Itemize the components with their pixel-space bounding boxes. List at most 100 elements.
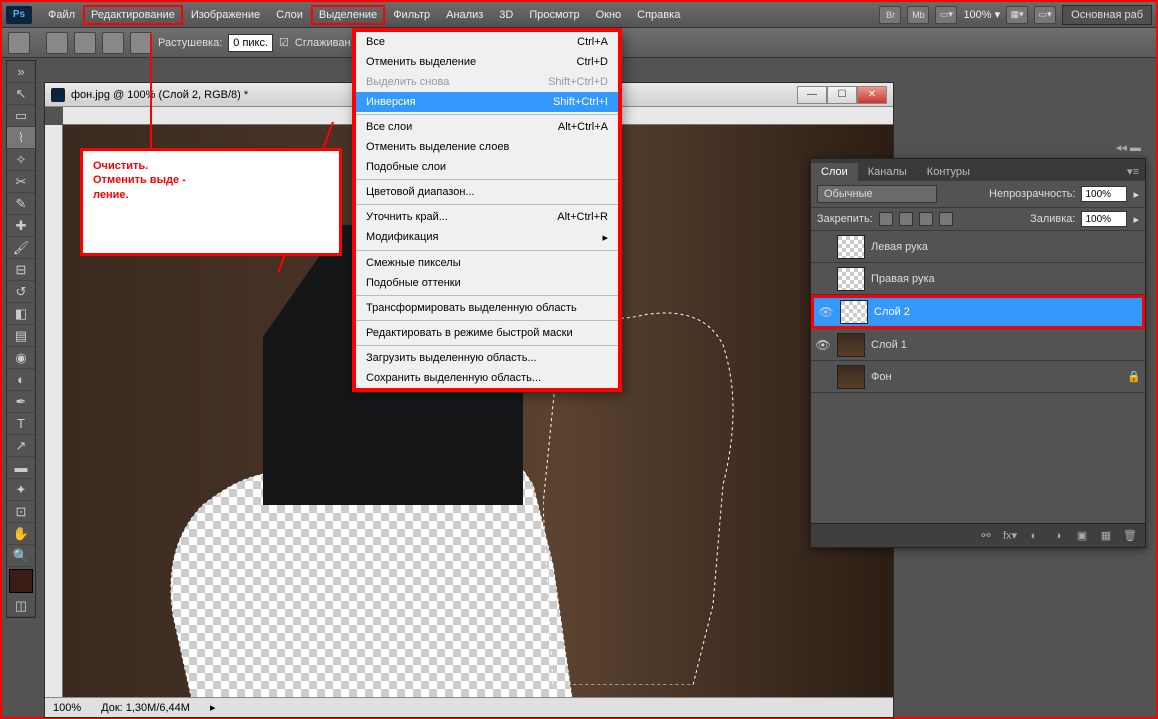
menu-редактирование[interactable]: Редактирование [83, 5, 183, 25]
panel-tab[interactable]: Контуры [917, 163, 980, 181]
pen-tool[interactable]: ✒ [7, 391, 35, 413]
zoom-level[interactable]: 100% ▾ [963, 8, 1000, 21]
brush-tool[interactable]: 🖌 [7, 237, 35, 259]
zoom-tool[interactable]: 🔍 [7, 545, 35, 567]
layer-name[interactable]: Фон [871, 371, 892, 383]
workspace-switcher[interactable]: Основная раб [1062, 5, 1152, 25]
close-button[interactable]: ✕ [857, 86, 887, 104]
menu-анализ[interactable]: Анализ [438, 5, 491, 25]
visibility-icon[interactable] [815, 369, 831, 385]
panel-menu-icon[interactable]: ▾≡ [1121, 162, 1145, 181]
minibridge-icon[interactable]: Mb [907, 6, 929, 24]
menu-справка[interactable]: Справка [629, 5, 688, 25]
adjustment-icon[interactable]: ◑ [1049, 528, 1067, 544]
panel-collapse-icon[interactable]: ◂◂ ▬ [1116, 141, 1141, 154]
collapse-icon[interactable]: » [7, 61, 35, 83]
sel-new-icon[interactable] [46, 32, 68, 54]
sel-sub-icon[interactable] [102, 32, 124, 54]
type-tool[interactable]: T [7, 413, 35, 435]
menu-окно[interactable]: Окно [588, 5, 630, 25]
marquee-tool[interactable]: ▭ [7, 105, 35, 127]
lock-all-icon[interactable] [939, 212, 953, 226]
ruler-vertical[interactable] [45, 125, 63, 697]
arrange-icon[interactable]: ▦▾ [1006, 6, 1028, 24]
visibility-icon[interactable] [815, 239, 831, 255]
opacity-input[interactable]: 100% [1081, 186, 1127, 202]
menu-item[interactable]: Модификация▸ [356, 227, 618, 248]
visibility-icon[interactable]: 👁 [815, 337, 831, 353]
status-docsize[interactable]: Док: 1,30M/6,44M [101, 702, 190, 714]
blur-tool[interactable]: ◉ [7, 347, 35, 369]
hand-tool[interactable]: ✋ [7, 523, 35, 545]
menu-item[interactable]: Отменить выделение слоев [356, 137, 618, 157]
feather-input[interactable]: 0 пикс. [228, 34, 273, 52]
trash-icon[interactable]: 🗑 [1121, 528, 1139, 544]
menu-item[interactable]: Все слоиAlt+Ctrl+A [356, 117, 618, 137]
menu-слои[interactable]: Слои [268, 5, 311, 25]
menu-выделение[interactable]: Выделение [311, 5, 385, 25]
menu-3d[interactable]: 3D [491, 5, 521, 25]
gradient-tool[interactable]: ▤ [7, 325, 35, 347]
layer-name[interactable]: Слой 1 [871, 339, 907, 351]
panel-tab[interactable]: Каналы [858, 163, 917, 181]
layer-row[interactable]: 👁 Слой 2 [811, 295, 1145, 329]
menu-item[interactable]: Цветовой диапазон... [356, 182, 618, 202]
wand-tool[interactable]: ✧ [7, 149, 35, 171]
move-tool[interactable]: ↖ [7, 83, 35, 105]
lock-pixels-icon[interactable] [899, 212, 913, 226]
status-zoom[interactable]: 100% [53, 702, 81, 714]
stamp-tool[interactable]: ⊟ [7, 259, 35, 281]
blend-mode-select[interactable]: Обычные [817, 185, 937, 203]
new-layer-icon[interactable]: ▦ [1097, 528, 1115, 544]
group-icon[interactable]: ▣ [1073, 528, 1091, 544]
bridge-icon[interactable]: Br [879, 6, 901, 24]
antialias-checkbox[interactable]: Сглаживан [295, 37, 351, 49]
layer-thumbnail[interactable] [840, 300, 868, 324]
maximize-button[interactable]: ☐ [827, 86, 857, 104]
history-brush-tool[interactable]: ↺ [7, 281, 35, 303]
layer-thumbnail[interactable] [837, 365, 865, 389]
mask-icon[interactable]: ◐ [1025, 528, 1043, 544]
lock-transparency-icon[interactable] [879, 212, 893, 226]
menu-фильтр[interactable]: Фильтр [385, 5, 438, 25]
sel-add-icon[interactable] [74, 32, 96, 54]
menu-item[interactable]: Редактировать в режиме быстрой маски [356, 323, 618, 343]
layer-thumbnail[interactable] [837, 267, 865, 291]
visibility-icon[interactable]: 👁 [818, 304, 834, 320]
fill-input[interactable]: 100% [1081, 211, 1127, 227]
3d-cam-tool[interactable]: ⊡ [7, 501, 35, 523]
layer-name[interactable]: Правая рука [871, 273, 935, 285]
layer-thumbnail[interactable] [837, 235, 865, 259]
path-tool[interactable]: ↗ [7, 435, 35, 457]
eraser-tool[interactable]: ◧ [7, 303, 35, 325]
menu-изображение[interactable]: Изображение [183, 5, 268, 25]
visibility-icon[interactable] [815, 271, 831, 287]
layer-thumbnail[interactable] [837, 333, 865, 357]
menu-item[interactable]: Подобные оттенки [356, 273, 618, 293]
dodge-tool[interactable]: ◐ [7, 369, 35, 391]
quickmask-icon[interactable]: ◫ [7, 595, 35, 617]
color-swatch[interactable] [9, 569, 33, 593]
menu-item[interactable]: Выделить сноваShift+Ctrl+D [356, 72, 618, 92]
fx-icon[interactable]: fx▾ [1001, 528, 1019, 544]
heal-tool[interactable]: ✚ [7, 215, 35, 237]
menu-item[interactable]: Сохранить выделенную область... [356, 368, 618, 388]
layer-name[interactable]: Левая рука [871, 241, 928, 253]
layer-row[interactable]: Правая рука [811, 263, 1145, 295]
menu-файл[interactable]: Файл [40, 5, 83, 25]
menu-item[interactable]: ИнверсияShift+Ctrl+I [356, 92, 618, 112]
menu-item[interactable]: ВсеCtrl+A [356, 32, 618, 52]
crop-tool[interactable]: ✂ [7, 171, 35, 193]
lasso-tool[interactable]: ⌇ [7, 127, 35, 149]
view-extras-icon[interactable]: ▭▾ [1034, 6, 1056, 24]
menu-item[interactable]: Отменить выделениеCtrl+D [356, 52, 618, 72]
sel-int-icon[interactable] [130, 32, 152, 54]
menu-item[interactable]: Подобные слои [356, 157, 618, 177]
menu-просмотр[interactable]: Просмотр [521, 5, 587, 25]
eyedropper-tool[interactable]: ✎ [7, 193, 35, 215]
tool-preset-icon[interactable] [8, 32, 30, 54]
layer-name[interactable]: Слой 2 [874, 306, 910, 318]
lock-position-icon[interactable] [919, 212, 933, 226]
menu-item[interactable]: Уточнить край...Alt+Ctrl+R [356, 207, 618, 227]
minimize-button[interactable]: — [797, 86, 827, 104]
